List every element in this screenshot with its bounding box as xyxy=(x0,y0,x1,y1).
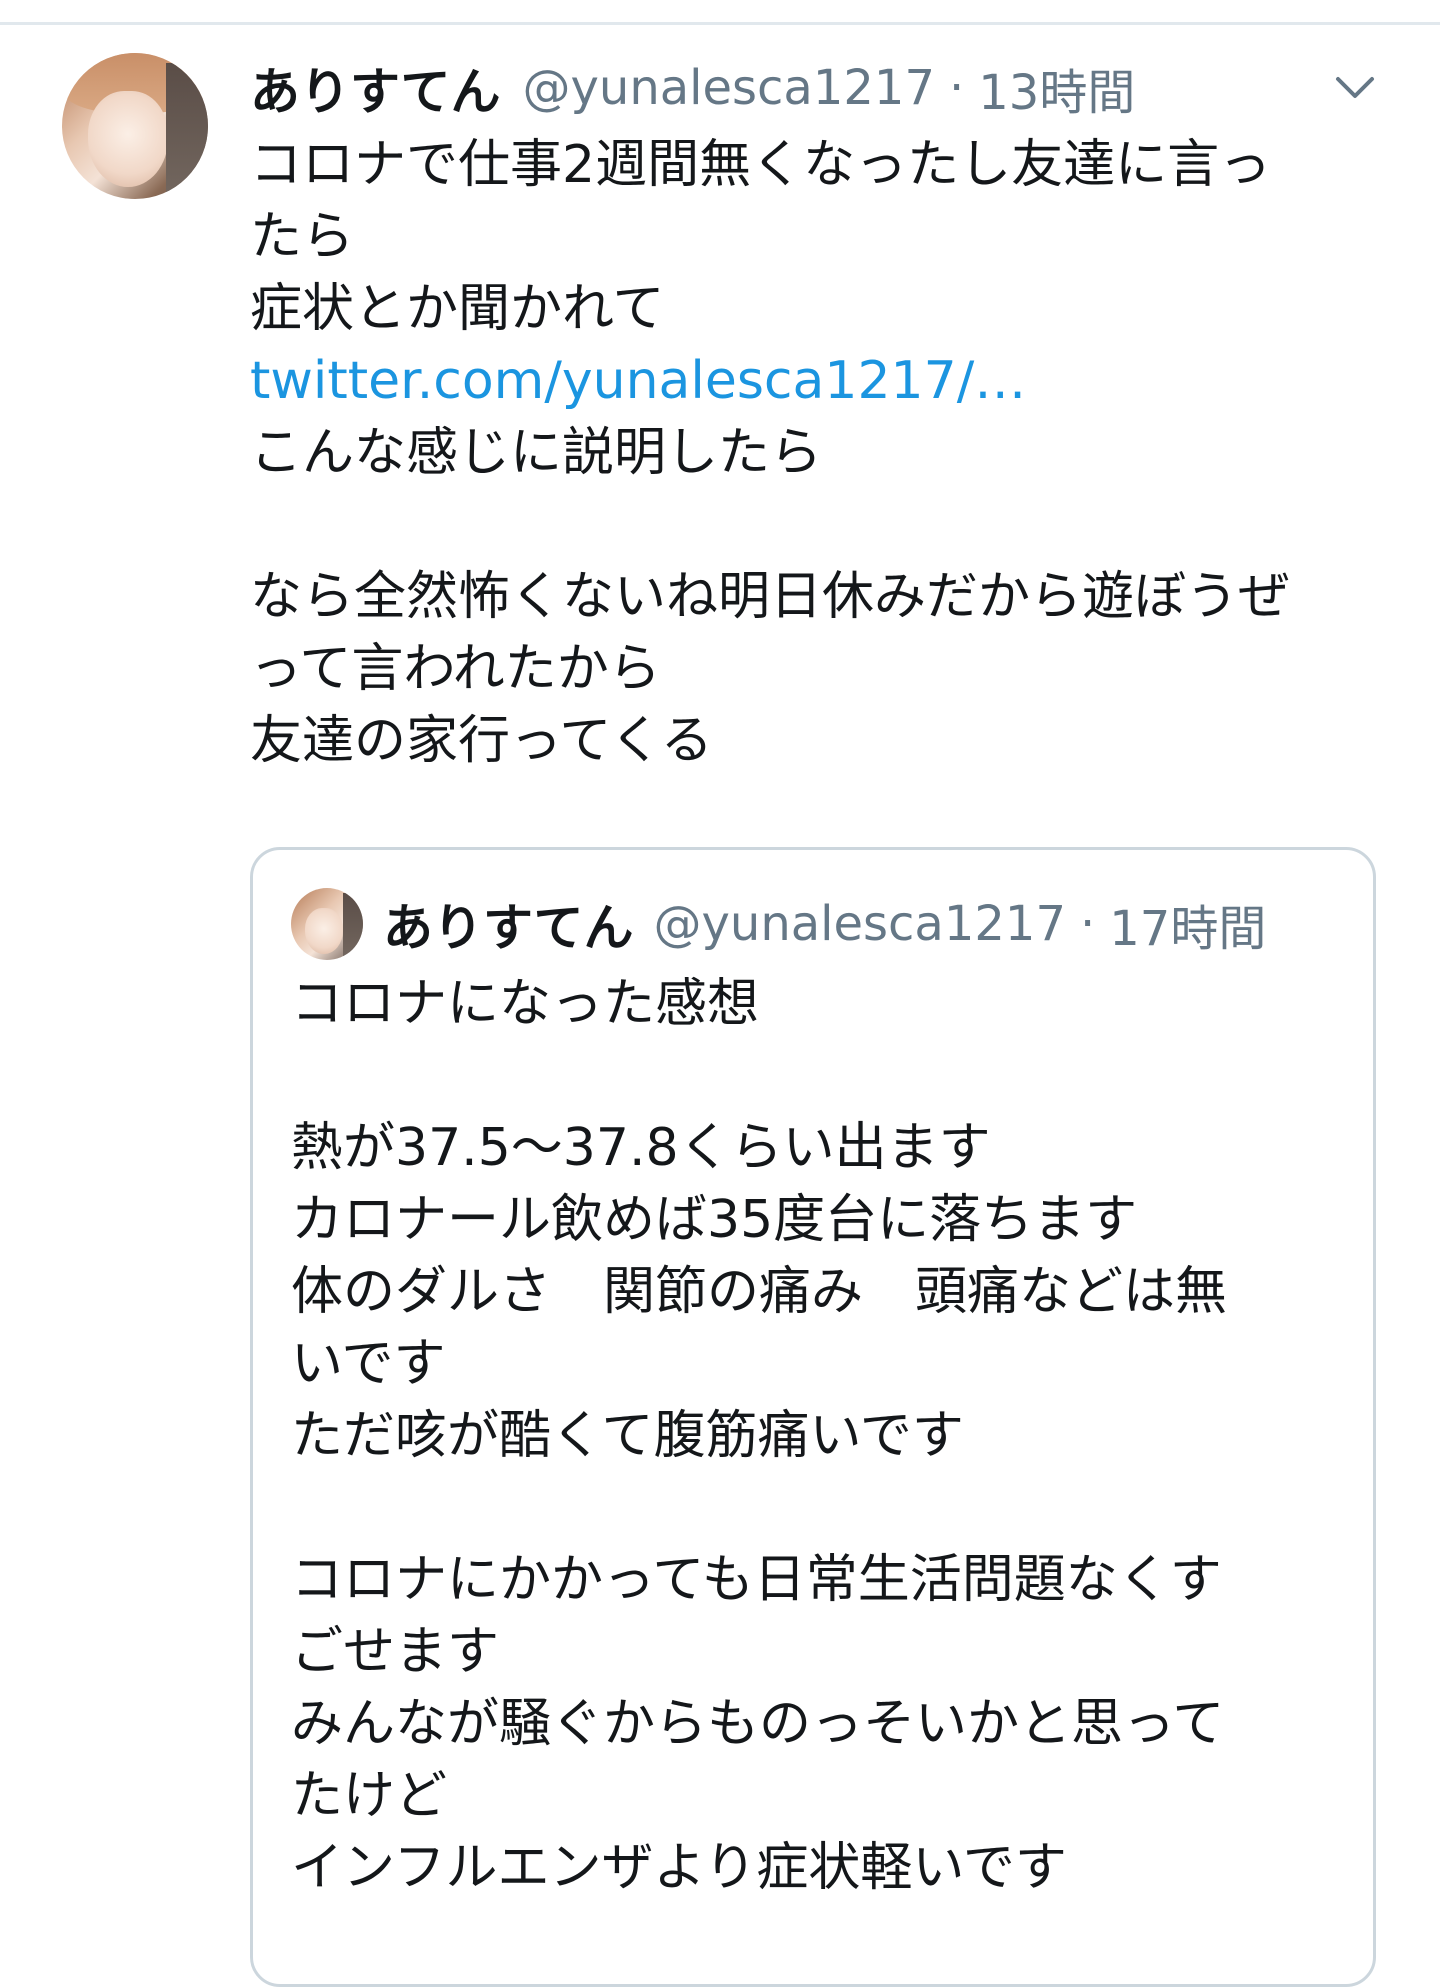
quoted-user-handle: @yunalesca1217 xyxy=(653,896,1067,952)
tweet-text-line: 症状とか聞かれて xyxy=(250,279,665,339)
quoted-text-line: 熱が37.5〜37.8くらい出ます xyxy=(291,1118,991,1178)
timestamp[interactable]: 13時間 xyxy=(978,53,1135,123)
tweet-text-line: たら xyxy=(250,207,355,267)
tweet-text-line: なら全然怖くないね明日休みだから遊ぼうぜ xyxy=(250,567,1291,627)
quoted-text-line: ごせます xyxy=(291,1622,500,1682)
tweet-text-line: 友達の家行ってくる xyxy=(250,711,713,771)
tweet-text-line: って言われたから xyxy=(250,639,661,699)
avatar-face xyxy=(88,91,168,187)
quoted-tweet-text: コロナになった感想 熱が37.5〜37.8くらい出ます カロナール飲めば35度台… xyxy=(291,968,1351,1904)
tweet[interactable]: ありすてん @yunalesca1217 · 13時間 コロナで仕事2週間無くな… xyxy=(0,25,1440,1987)
quoted-timestamp: 17時間 xyxy=(1109,901,1267,957)
avatar-background xyxy=(343,893,363,959)
tweet-text: コロナで仕事2週間無くなったし友達に言っ たら 症状とか聞かれて twitter… xyxy=(250,129,1390,777)
chevron-down-icon[interactable] xyxy=(1330,63,1380,113)
avatar-face xyxy=(305,908,343,954)
tweet-link[interactable]: twitter.com/yunalesca1217/… xyxy=(250,345,1390,417)
quoted-text-line: コロナになった感想 xyxy=(291,974,760,1034)
tweet-text-line: こんな感じに説明したら xyxy=(250,423,823,483)
quoted-text-line: いです xyxy=(291,1334,446,1394)
user-handle[interactable]: @yunalesca1217 xyxy=(523,60,936,116)
quoted-display-name: ありすてん xyxy=(383,899,634,957)
quoted-text-line: みんなが騒ぐからものっそいかと思って xyxy=(291,1694,1225,1754)
profile-avatar[interactable] xyxy=(62,53,208,199)
quoted-text-line: ただ咳が酷くて腹筋痛いです xyxy=(291,1406,964,1466)
quoted-text-line: コロナにかかっても日常生活問題なくす xyxy=(291,1550,1222,1610)
separator-dot: · xyxy=(1080,896,1096,952)
tweet-header: ありすてん @yunalesca1217 · 13時間 xyxy=(250,53,1135,123)
tweet-text-line: コロナで仕事2週間無くなったし友達に言っ xyxy=(250,135,1272,195)
quoted-avatar xyxy=(291,888,363,960)
quoted-text-line: 体のダルさ 関節の痛み 頭痛などは無 xyxy=(291,1262,1228,1322)
avatar-background xyxy=(166,63,208,199)
separator-dot: · xyxy=(949,60,965,116)
quoted-tweet[interactable]: ありすてん @yunalesca1217 · 17時間 コロナになった感想 熱が… xyxy=(250,847,1376,1987)
quoted-text-line: たけど xyxy=(291,1766,448,1826)
display-name[interactable]: ありすてん xyxy=(250,52,501,124)
quoted-text-line: インフルエンザより症状軽いです xyxy=(291,1838,1067,1898)
quoted-text-line: カロナール飲めば35度台に落ちます xyxy=(291,1190,1138,1250)
quoted-tweet-header: ありすてん @yunalesca1217 · 17時間 xyxy=(383,886,1266,962)
